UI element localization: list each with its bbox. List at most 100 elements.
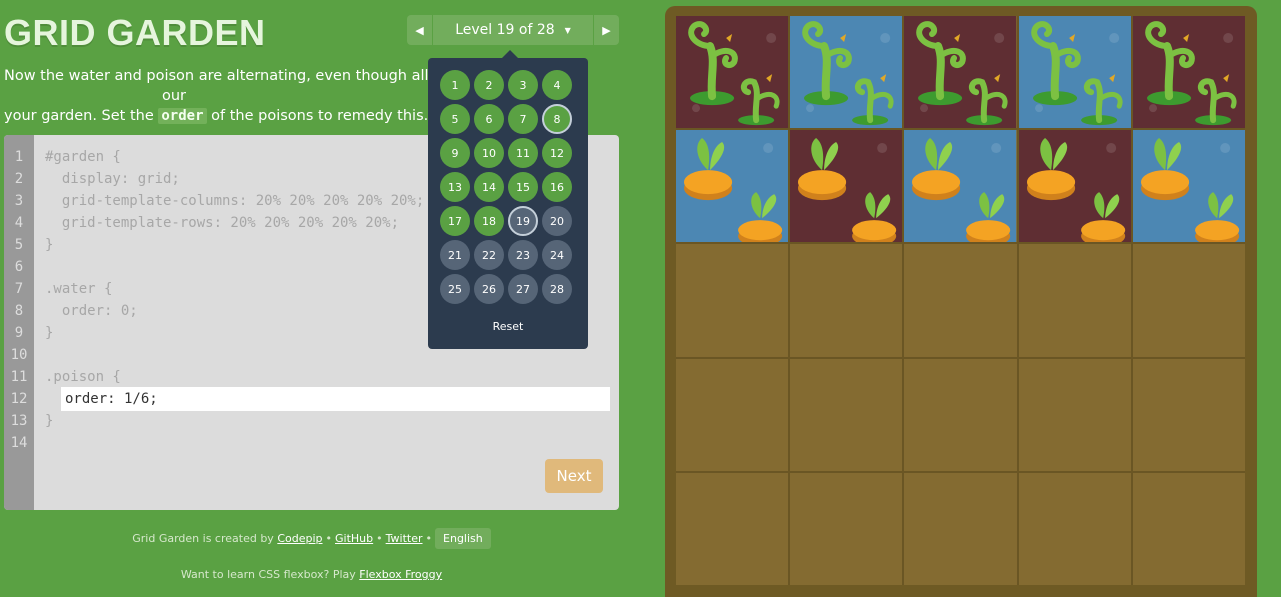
garden-cell-dirt <box>676 358 789 471</box>
line-number: 13 <box>10 413 28 429</box>
line-number: 6 <box>14 259 24 275</box>
line-number: 3 <box>14 193 24 209</box>
garden-cell-dirt <box>676 472 789 585</box>
level-indicator[interactable]: Level 19 of 28 ▼ <box>433 15 593 45</box>
order-keyword: order <box>158 108 207 124</box>
instructions-text-1: Now the water and poison are alternating… <box>4 68 492 84</box>
line-number-gutter: 1 2 3 4 5 6 7 8 9 10 11 12 13 14 <box>4 135 34 510</box>
level-button-23[interactable]: 23 <box>508 240 538 270</box>
level-button-27[interactable]: 27 <box>508 274 538 304</box>
level-button-9[interactable]: 9 <box>440 138 470 168</box>
instructions-text-2: your garden. Set the <box>4 108 159 124</box>
level-button-22[interactable]: 22 <box>474 240 504 270</box>
instructions-text-3: of the poisons to remedy this. <box>206 108 429 124</box>
garden-cell-poison-carrot <box>1018 130 1131 243</box>
garden-grid <box>676 16 1245 585</box>
garden-cell-dirt <box>1132 472 1245 585</box>
level-button-24[interactable]: 24 <box>542 240 572 270</box>
code-input[interactable] <box>61 387 610 411</box>
next-level-button[interactable]: ▶ <box>593 15 619 45</box>
level-button-7[interactable]: 7 <box>508 104 538 134</box>
level-button-21[interactable]: 21 <box>440 240 470 270</box>
garden-cell-dirt <box>904 244 1017 357</box>
triangle-right-icon: ▶ <box>602 23 611 37</box>
reset-button[interactable]: Reset <box>428 320 588 333</box>
garden-cell-dirt <box>790 472 903 585</box>
level-button-19[interactable]: 19 <box>508 206 538 236</box>
garden-cell-dirt <box>1132 358 1245 471</box>
garden-cell-dirt <box>1132 244 1245 357</box>
prev-level-button[interactable]: ◀ <box>407 15 433 45</box>
twitter-link[interactable]: Twitter <box>386 532 423 545</box>
language-button[interactable]: English <box>435 528 491 549</box>
garden-cell-dirt <box>676 244 789 357</box>
level-button-4[interactable]: 4 <box>542 70 572 100</box>
garden-cell-poison-carrot <box>790 130 903 243</box>
level-button-16[interactable]: 16 <box>542 172 572 202</box>
line-number: 9 <box>14 325 24 341</box>
level-button-3[interactable]: 3 <box>508 70 538 100</box>
level-button-11[interactable]: 11 <box>508 138 538 168</box>
garden-cell-water-weed <box>1018 16 1131 129</box>
garden-cell-dirt <box>790 358 903 471</box>
level-button-28[interactable]: 28 <box>542 274 572 304</box>
code-line: } <box>45 413 54 429</box>
level-dropdown: 1 2 3 4 5 6 7 8 9 10 11 12 13 14 15 16 17 18 19 20 21 22 23 24 2… <box>428 50 588 349</box>
level-button-18[interactable]: 18 <box>474 206 504 236</box>
garden-cell-poison-weed <box>676 16 789 129</box>
level-grid: 1 2 3 4 5 6 7 8 9 10 11 12 13 14 15 16 17 18 19 20 21 22 23 24 2… <box>440 70 572 304</box>
level-button-25[interactable]: 25 <box>440 274 470 304</box>
garden-cell-dirt <box>904 358 1017 471</box>
promo-footer: Want to learn CSS flexbox? Play Flexbox … <box>4 568 619 581</box>
line-number: 4 <box>14 215 24 231</box>
level-button-10[interactable]: 10 <box>474 138 504 168</box>
level-button-26[interactable]: 26 <box>474 274 504 304</box>
garden-cell-water-weed <box>790 16 903 129</box>
line-number: 14 <box>10 435 28 451</box>
line-number: 1 <box>14 149 24 165</box>
instructions-text-tail: our <box>162 88 187 104</box>
flexbox-froggy-link[interactable]: Flexbox Froggy <box>359 568 442 581</box>
garden-cell-water-carrot <box>676 130 789 243</box>
level-button-6[interactable]: 6 <box>474 104 504 134</box>
level-button-13[interactable]: 13 <box>440 172 470 202</box>
line-number: 8 <box>14 303 24 319</box>
garden-cell-water-carrot <box>904 130 1017 243</box>
level-button-5[interactable]: 5 <box>440 104 470 134</box>
code-line: .poison { <box>45 369 121 385</box>
page-title: GRID GARDEN <box>4 12 266 53</box>
level-button-8[interactable]: 8 <box>542 104 572 134</box>
triangle-left-icon: ◀ <box>415 23 424 37</box>
garden-cell-dirt <box>904 472 1017 585</box>
garden-cell-dirt <box>790 244 903 357</box>
line-number: 10 <box>10 347 28 363</box>
caret-down-icon: ▼ <box>564 25 571 35</box>
line-number: 7 <box>14 281 24 297</box>
level-button-20[interactable]: 20 <box>542 206 572 236</box>
level-button-12[interactable]: 12 <box>542 138 572 168</box>
credits-text: Grid Garden is created by <box>132 532 274 545</box>
line-number: 2 <box>14 171 24 187</box>
garden-cell-dirt <box>1018 472 1131 585</box>
line-number: 11 <box>10 369 28 385</box>
garden-cell-dirt <box>1018 244 1131 357</box>
level-button-15[interactable]: 15 <box>508 172 538 202</box>
github-link[interactable]: GitHub <box>335 532 373 545</box>
level-button-1[interactable]: 1 <box>440 70 470 100</box>
line-number: 5 <box>14 237 24 253</box>
garden-cell-water-carrot <box>1132 130 1245 243</box>
codepip-link[interactable]: Codepip <box>277 532 322 545</box>
line-number: 12 <box>10 391 28 407</box>
level-navigation: ◀ Level 19 of 28 ▼ ▶ <box>407 15 619 45</box>
garden-cell-poison-weed <box>1132 16 1245 129</box>
garden-cell-dirt <box>1018 358 1131 471</box>
level-button-2[interactable]: 2 <box>474 70 504 100</box>
promo-text: Want to learn CSS flexbox? Play <box>180 568 356 581</box>
level-button-14[interactable]: 14 <box>474 172 504 202</box>
level-button-17[interactable]: 17 <box>440 206 470 236</box>
garden-cell-poison-weed <box>904 16 1017 129</box>
next-button[interactable]: Next <box>545 459 603 493</box>
level-label: Level 19 of 28 <box>455 22 555 38</box>
credits-footer: Grid Garden is created by Codepip • GitHub… <box>4 528 619 549</box>
